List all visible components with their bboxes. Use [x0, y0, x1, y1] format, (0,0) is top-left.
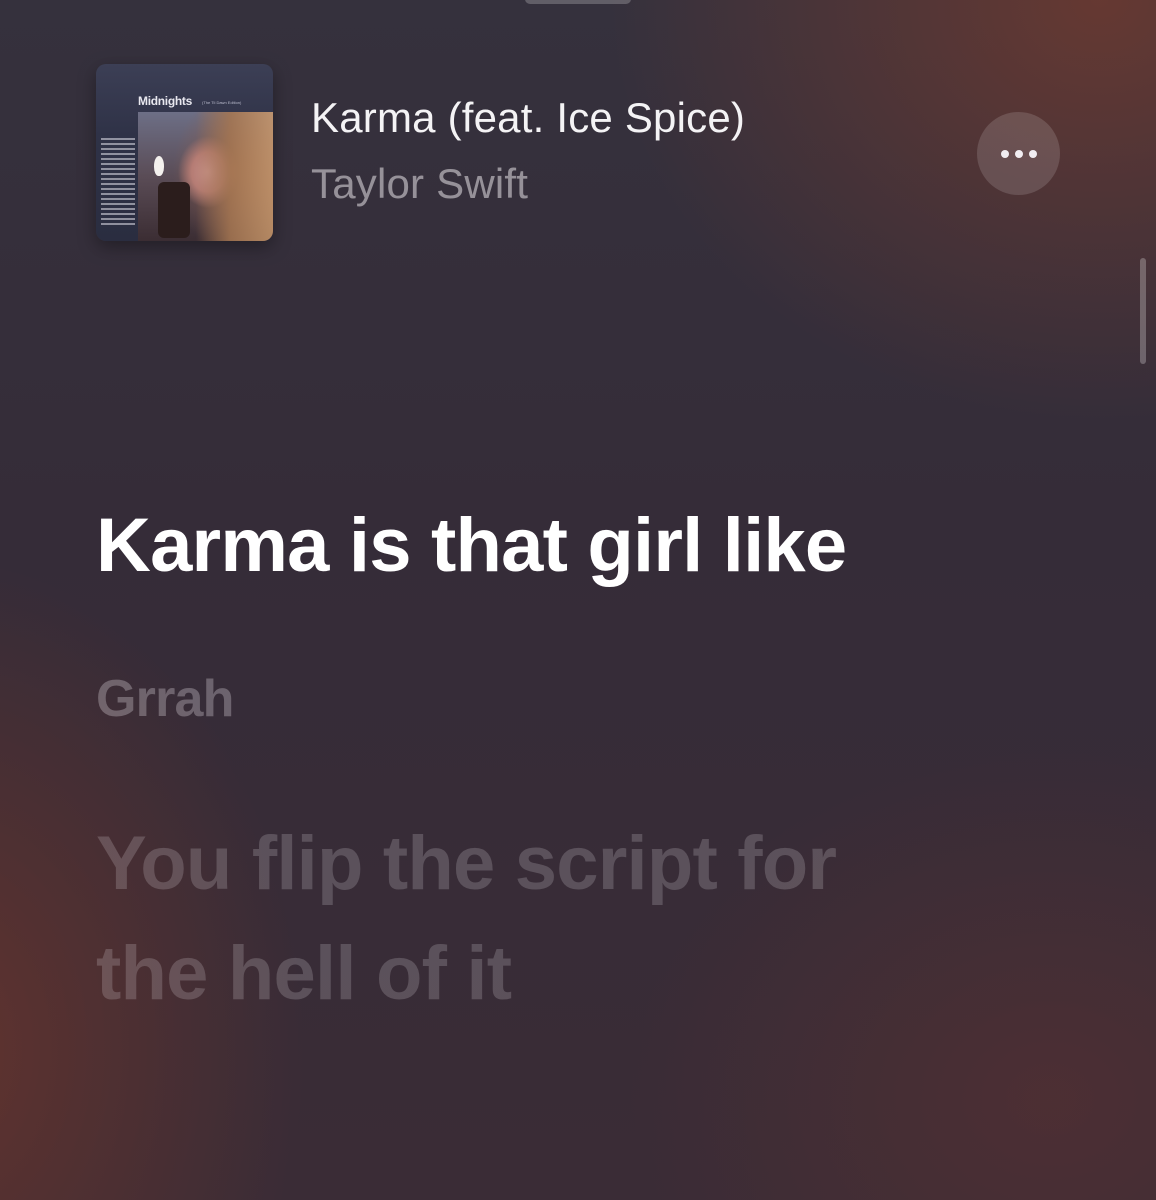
- album-cover-lighter: [158, 182, 190, 238]
- lyric-line-upcoming[interactable]: You flip the script for the hell of it: [96, 809, 956, 1029]
- more-options-button[interactable]: [977, 112, 1060, 195]
- lyric-line-next[interactable]: Grrah: [96, 667, 956, 731]
- ellipsis-icon: [1000, 149, 1037, 158]
- album-cover-title: Midnights: [138, 94, 192, 108]
- lyrics-view: Karma is that girl like Grrah You flip t…: [96, 488, 956, 1029]
- album-cover-flame: [154, 156, 164, 176]
- lyric-line-current[interactable]: Karma is that girl like: [96, 488, 956, 603]
- album-cover-hair: [196, 112, 273, 241]
- sheet-grabber[interactable]: [525, 0, 631, 4]
- album-artwork[interactable]: Midnights (The Til Dawn Edition): [96, 64, 273, 241]
- album-cover-edition: (The Til Dawn Edition): [202, 100, 242, 105]
- now-playing-header: Midnights (The Til Dawn Edition) Karma (…: [96, 64, 1060, 242]
- track-title[interactable]: Karma (feat. Ice Spice): [311, 94, 745, 142]
- lyrics-scrollbar[interactable]: [1140, 258, 1146, 364]
- track-artist[interactable]: Taylor Swift: [311, 160, 528, 208]
- album-cover-tracklist: [101, 138, 135, 228]
